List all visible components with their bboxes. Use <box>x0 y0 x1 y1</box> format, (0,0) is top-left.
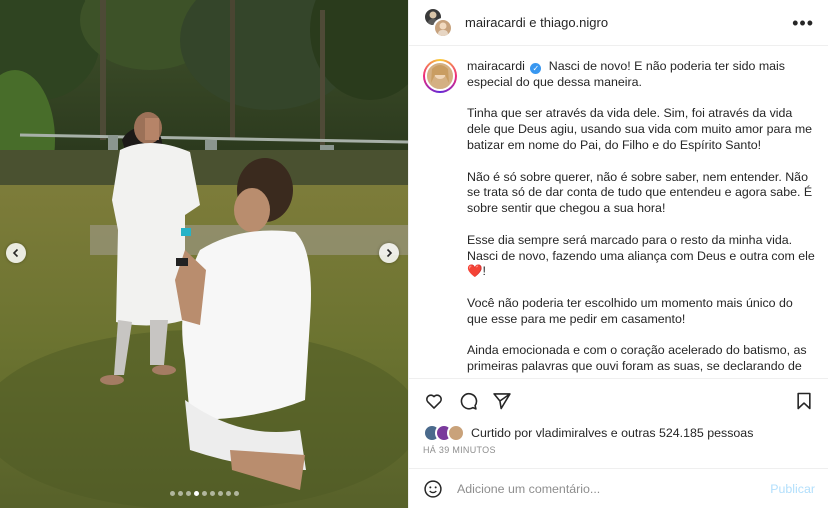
heart-emoji-icon: ❤️ <box>467 264 483 279</box>
more-options-button[interactable]: ••• <box>792 14 814 32</box>
likes-text[interactable]: Curtido por vladimiralves e outras 524.1… <box>471 426 753 440</box>
caption-paragraph: Você não poderia ter escolhido um moment… <box>467 295 793 326</box>
caption-exclamation: ! <box>482 264 486 279</box>
send-icon <box>493 392 511 409</box>
caption-paragraph: Ainda emocionada e com o coração acelera… <box>467 343 807 377</box>
chevron-right-icon <box>386 248 393 258</box>
avatar[interactable] <box>447 424 465 442</box>
caption-paragraph: Esse dia sempre será marcado para o rest… <box>467 232 815 263</box>
like-button[interactable] <box>423 390 445 412</box>
carousel-dot <box>193 491 199 496</box>
save-button[interactable] <box>793 390 815 412</box>
post-authors[interactable]: mairacardi e thiago.nigro <box>465 15 792 30</box>
baptism-photo <box>0 0 408 508</box>
comment-icon <box>460 392 478 410</box>
carousel-dot <box>185 491 191 496</box>
avatar[interactable] <box>433 17 453 38</box>
carousel-dot <box>233 491 239 496</box>
comment-button[interactable] <box>457 390 479 412</box>
post-photo[interactable] <box>0 0 408 508</box>
bookmark-icon <box>797 392 811 409</box>
action-bar <box>409 378 828 422</box>
carousel-dot <box>225 491 231 496</box>
carousel-next-button[interactable] <box>379 243 399 263</box>
smiley-icon <box>424 479 442 498</box>
carousel-prev-button[interactable] <box>6 243 26 263</box>
more-horizontal-icon: ••• <box>792 12 814 33</box>
avatar[interactable] <box>423 59 457 93</box>
share-button[interactable] <box>491 390 513 412</box>
comment-input[interactable] <box>457 481 771 496</box>
carousel-dot <box>177 491 183 496</box>
caption-paragraph: Não é só sobre querer, não é sobre saber… <box>467 169 813 216</box>
collab-avatars[interactable] <box>423 6 455 39</box>
carousel-dots <box>0 491 408 496</box>
carousel-dot <box>201 491 207 496</box>
carousel-dot <box>217 491 223 496</box>
chevron-left-icon <box>12 248 19 258</box>
carousel-dot <box>209 491 215 496</box>
carousel-dot <box>169 491 175 496</box>
emoji-button[interactable] <box>423 478 445 500</box>
post-timestamp[interactable]: HÁ 39 MINUTOS <box>423 445 496 455</box>
liker-avatars[interactable] <box>423 424 465 442</box>
caption-text: mairacardi ✓ Nasci de novo! E não poderi… <box>467 59 815 377</box>
comment-bar: Publicar <box>409 468 828 508</box>
post-sidebar: mairacardi e thiago.nigro ••• mairacardi… <box>408 0 828 508</box>
heart-icon <box>426 393 442 409</box>
verified-badge-icon: ✓ <box>530 63 542 74</box>
publish-button[interactable]: Publicar <box>770 482 815 496</box>
likes-summary: Curtido por vladimiralves e outras 524.1… <box>423 424 753 442</box>
caption-username[interactable]: mairacardi <box>467 59 525 73</box>
post-caption: mairacardi ✓ Nasci de novo! E não poderi… <box>409 47 828 377</box>
caption-paragraph: Tinha que ser através da vida dele. Sim,… <box>467 106 813 152</box>
post-header: mairacardi e thiago.nigro ••• <box>409 0 828 46</box>
